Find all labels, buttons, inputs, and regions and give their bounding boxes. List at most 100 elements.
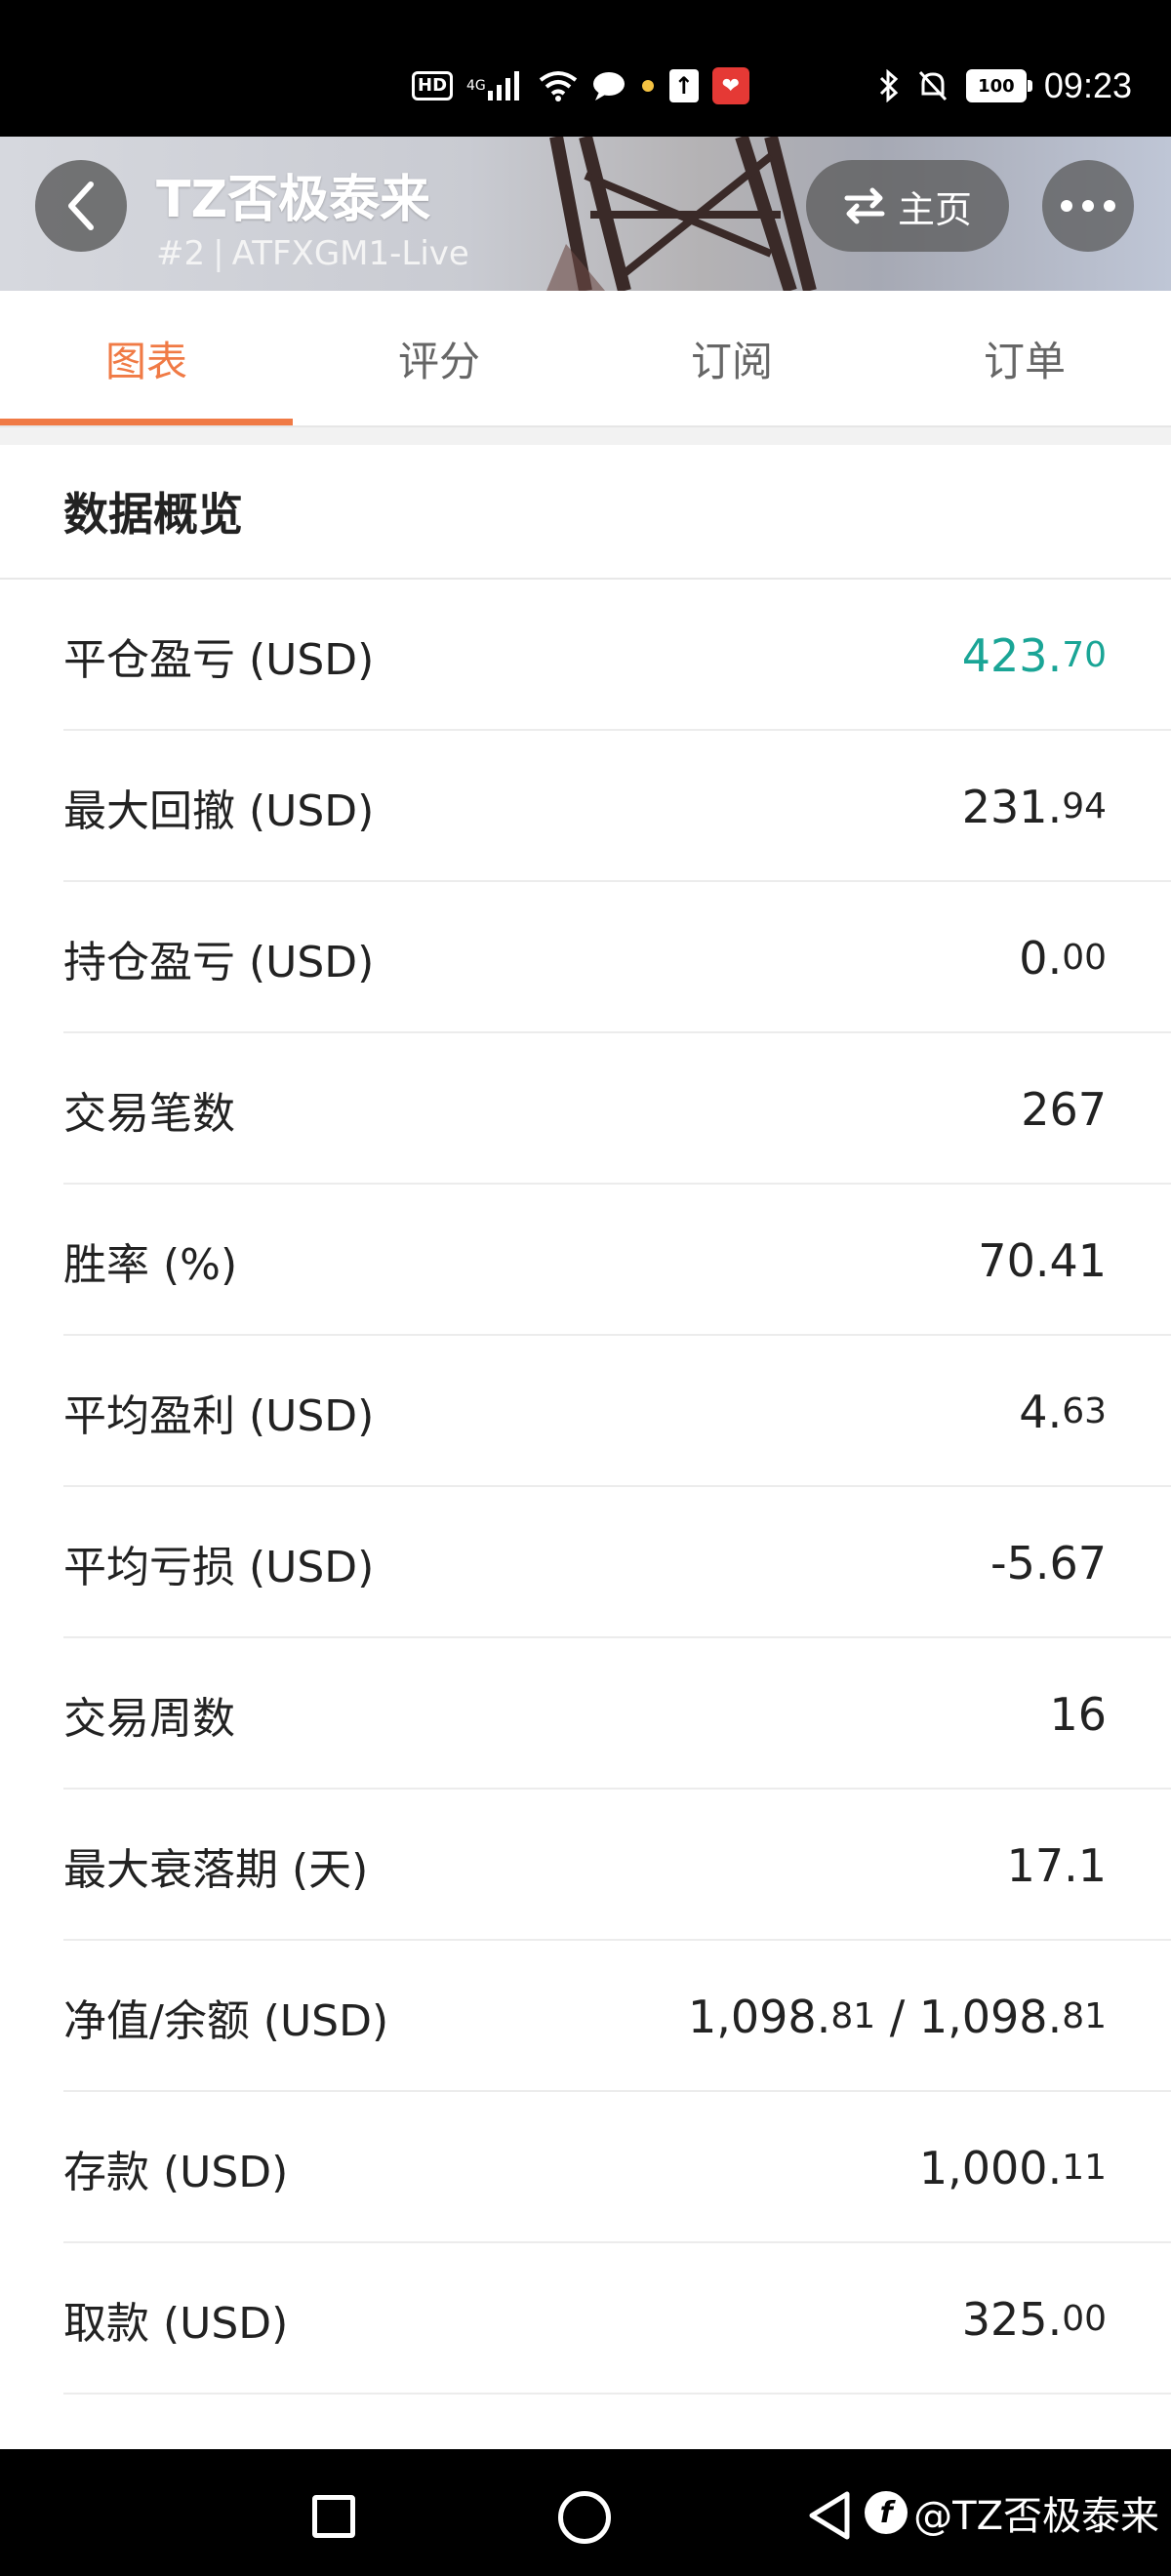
app-red-icon: ❤ — [711, 67, 749, 104]
section-gap — [0, 427, 1171, 445]
status-right-icons: 100 09:23 — [878, 60, 1132, 111]
stat-value: 267 — [1021, 1033, 1107, 1185]
stat-value: 70.41 — [978, 1185, 1107, 1336]
stat-value-decimals: 11 — [1062, 2148, 1107, 2188]
stat-label: 最大回撤 (USD) — [63, 785, 375, 836]
home-nav-button[interactable] — [558, 2491, 611, 2544]
stat-label: 存款 (USD) — [63, 2147, 289, 2197]
stat-value-decimals: 63 — [1062, 1391, 1107, 1431]
data-overview-list: 平仓盈亏 (USD) 423. 70 最大回撤 (USD) 231. 94 持仓盈亏 (US… — [0, 580, 1171, 2395]
watermark-text: @TZ否极泰来 — [913, 2494, 1159, 2539]
status-left-icons: HD 4G ↑ ❤ — [412, 60, 749, 111]
tab-chart[interactable]: 图表 — [0, 291, 293, 425]
more-dot-icon — [1082, 200, 1094, 212]
home-button[interactable]: 主页 — [806, 160, 1009, 252]
profile-header: TZ否极泰来 #2 | ATFXGM1-Live 主页 — [0, 137, 1171, 291]
stat-label: 平仓盈亏 (USD) — [63, 634, 375, 685]
status-time: 09:23 — [1043, 65, 1132, 105]
stat-row-withdrawal: 取款 (USD) 325. 00 — [0, 2243, 1171, 2395]
bluetooth-icon — [878, 69, 900, 102]
stat-value-main: 423. — [961, 628, 1063, 682]
stat-value: 325. 00 — [962, 2243, 1107, 2395]
stat-label: 持仓盈亏 (USD) — [63, 937, 375, 987]
stat-value: 16 — [1049, 1638, 1107, 1790]
watermark: f @TZ否极泰来 — [865, 2484, 1159, 2541]
home-button-label: 主页 — [897, 187, 972, 231]
weibo-logo-icon: f — [865, 2491, 909, 2534]
hd-icon: HD — [412, 71, 454, 101]
stat-value: -5.67 — [990, 1487, 1107, 1638]
stat-label: 平均盈利 (USD) — [63, 1390, 375, 1441]
system-navigation-bar: f @TZ否极泰来 — [0, 2449, 1171, 2576]
app-notification-dot-icon — [640, 78, 656, 94]
tab-bar: 图表 评分 订阅 订单 — [0, 291, 1171, 427]
stat-label: 平均亏损 (USD) — [63, 1542, 375, 1592]
stat-label: 取款 (USD) — [63, 2298, 289, 2349]
stat-row-floating-pnl: 持仓盈亏 (USD) 0. 00 — [0, 882, 1171, 1033]
more-dot-icon — [1061, 200, 1072, 212]
tab-rating[interactable]: 评分 — [293, 291, 586, 425]
message-bubble-icon — [591, 70, 626, 101]
stat-value-main: 1,098. — [918, 1990, 1063, 2043]
stat-label: 净值/余额 (USD) — [63, 1995, 389, 2046]
subtitle-separator: | — [213, 234, 224, 273]
section-title: 数据概览 — [63, 488, 243, 541]
recent-apps-button[interactable] — [312, 2495, 355, 2538]
stat-value-main: 16 — [1049, 1687, 1107, 1741]
stat-value: 17.1 — [1007, 1790, 1107, 1941]
stat-value-decimals: 00 — [1062, 2299, 1107, 2339]
stat-value-main: 267 — [1021, 1082, 1107, 1136]
row-divider — [63, 2393, 1171, 2395]
stat-row-trading-weeks: 交易周数 16 — [0, 1638, 1171, 1790]
stat-value-main: 325. — [961, 2292, 1063, 2346]
stat-value-main: 1,098. — [688, 1990, 831, 2043]
stat-value-decimals: 00 — [1062, 938, 1107, 978]
tab-subscribe[interactable]: 订阅 — [586, 291, 878, 425]
status-bar: HD 4G ↑ ❤ 100 09:23 — [0, 0, 1171, 137]
stat-label: 胜率 (%) — [63, 1239, 238, 1290]
stat-value-decimals: 81 — [1062, 1996, 1107, 2036]
stat-label: 最大衰落期 (天) — [63, 1844, 369, 1895]
stat-row-equity-balance: 净值/余额 (USD) 1,098. 81 / 1,098. 81 — [0, 1941, 1171, 2092]
wifi-icon — [539, 70, 578, 101]
page-title: TZ否极泰来 — [156, 171, 431, 229]
stat-row-closed-pnl: 平仓盈亏 (USD) 423. 70 — [0, 580, 1171, 731]
upload-icon: ↑ — [668, 69, 699, 102]
chevron-left-icon — [68, 181, 94, 230]
stat-value-main: 17.1 — [1006, 1838, 1107, 1892]
stat-value-main: 4. — [1019, 1385, 1063, 1438]
stat-row-avg-profit: 平均盈利 (USD) 4. 63 — [0, 1336, 1171, 1487]
rank-label: #2 — [156, 234, 206, 273]
stat-value-main: -5.67 — [989, 1536, 1107, 1590]
swap-arrows-icon — [844, 187, 885, 224]
stat-value-main: 70.41 — [978, 1233, 1107, 1287]
stat-value-main: 0. — [1019, 931, 1063, 985]
stat-value: 423. 70 — [962, 580, 1107, 731]
mute-bell-icon — [917, 69, 949, 102]
back-triangle-icon[interactable] — [806, 2488, 853, 2543]
stat-value-decimals: 94 — [1062, 786, 1107, 826]
tab-orders[interactable]: 订单 — [878, 291, 1171, 425]
stat-row-avg-loss: 平均亏损 (USD) -5.67 — [0, 1487, 1171, 1638]
back-button[interactable] — [35, 160, 127, 252]
stat-row-win-rate: 胜率 (%) 70.41 — [0, 1185, 1171, 1336]
more-options-button[interactable] — [1042, 160, 1134, 252]
more-dot-icon — [1104, 200, 1115, 212]
stat-value: 231. 94 — [962, 731, 1107, 882]
stat-row-deposit: 存款 (USD) 1,000. 11 — [0, 2092, 1171, 2243]
stat-row-max-drawdown: 最大回撤 (USD) 231. 94 — [0, 731, 1171, 882]
account-label: ATFXGM1-Live — [231, 234, 469, 273]
stat-label: 交易笔数 — [63, 1088, 235, 1139]
stat-value: 0. 00 — [1019, 882, 1107, 1033]
stat-label: 交易周数 — [63, 1693, 235, 1744]
stat-value: 1,000. 11 — [919, 2092, 1107, 2243]
stat-value-decimals: 81 — [830, 1996, 876, 2036]
stat-row-trade-count: 交易笔数 267 — [0, 1033, 1171, 1185]
stat-row-max-drawdown-period: 最大衰落期 (天) 17.1 — [0, 1790, 1171, 1941]
stat-value: 1,098. 81 / 1,098. 81 — [688, 1941, 1107, 2092]
account-subtitle: #2 | ATFXGM1-Live — [156, 234, 469, 273]
stat-value-main: 231. — [961, 780, 1063, 833]
cellular-signal-icon: 4G — [466, 69, 525, 102]
network-type-label: 4G — [466, 78, 486, 94]
stat-value-separator: / — [875, 1990, 919, 2043]
